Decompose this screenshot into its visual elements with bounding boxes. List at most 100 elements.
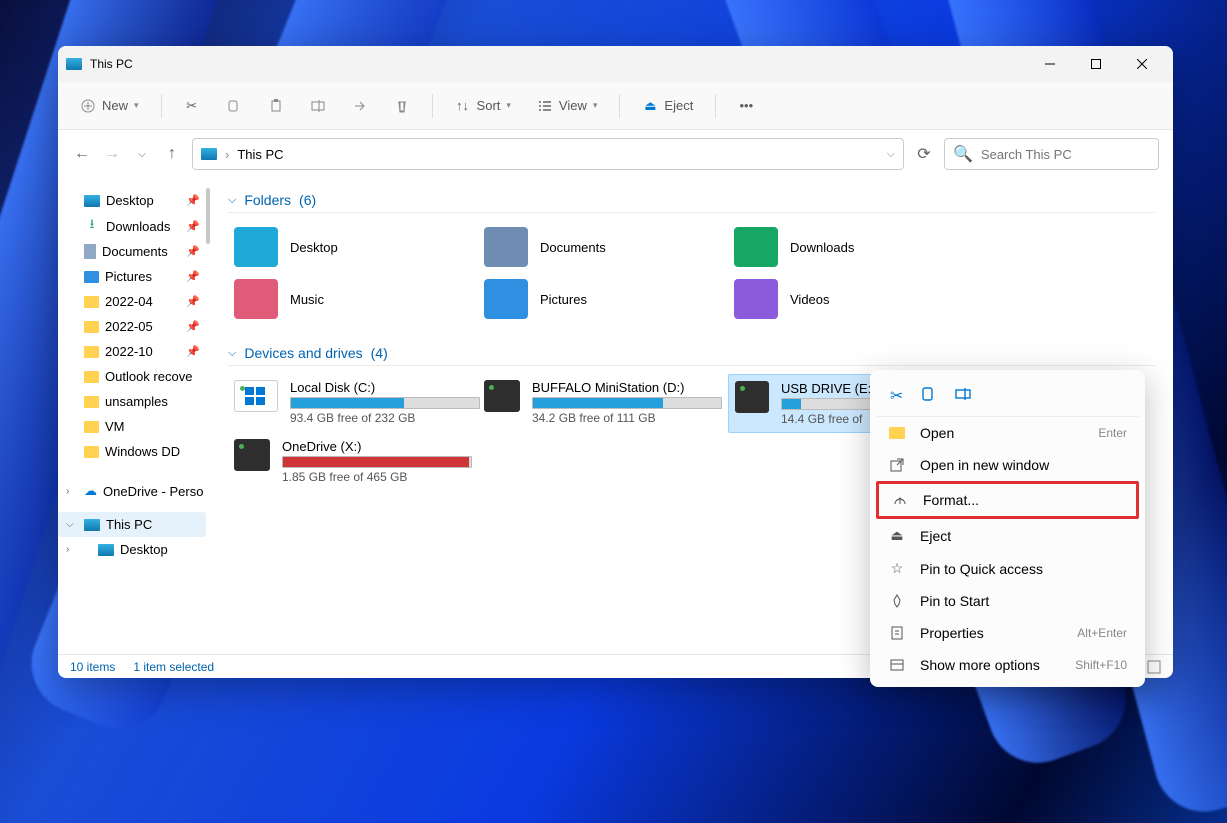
plus-icon: [80, 98, 96, 114]
folder-music[interactable]: Music: [228, 273, 478, 325]
ctx-shortcut: Alt+Enter: [1077, 626, 1127, 640]
sidebar-item-downloads[interactable]: ⭳Downloads📌: [58, 213, 206, 239]
paste-button[interactable]: [258, 92, 294, 120]
folder-videos[interactable]: Videos: [728, 273, 978, 325]
forward-button[interactable]: →: [102, 144, 122, 164]
folders-group-header[interactable]: ⌵ Folders (6): [228, 188, 1155, 213]
sidebar-item-label: unsamples: [105, 394, 168, 409]
sidebar-item-desktop[interactable]: ›Desktop: [58, 537, 206, 562]
this-pc-icon: [201, 148, 217, 160]
sidebar-item-desktop[interactable]: Desktop📌: [58, 188, 206, 213]
new-button[interactable]: New ▾: [70, 92, 149, 120]
pin-icon: [888, 593, 906, 609]
ctx-label: Eject: [920, 528, 951, 544]
sort-icon: ↑↓: [455, 98, 471, 114]
ctx-shortcut: Shift+F10: [1075, 658, 1127, 672]
sidebar-item-label: OneDrive - Perso: [103, 484, 203, 499]
search-box[interactable]: 🔍: [944, 138, 1159, 170]
refresh-button[interactable]: ⟳: [914, 144, 934, 164]
ctx-eject[interactable]: ⏏Eject: [876, 519, 1139, 552]
devices-group-header[interactable]: ⌵ Devices and drives (4): [228, 341, 1155, 366]
folder-icon: [84, 321, 99, 333]
sort-button[interactable]: ↑↓ Sort ▾: [445, 92, 521, 120]
eject-button[interactable]: ⏏ Eject: [632, 92, 703, 120]
sidebar-item-onedrive[interactable]: ›☁OneDrive - Perso: [58, 478, 206, 504]
picture-icon: [84, 271, 99, 283]
back-button[interactable]: ←: [72, 144, 92, 164]
sidebar-item-pictures[interactable]: Pictures📌: [58, 264, 206, 289]
details-view-button[interactable]: [1147, 660, 1161, 674]
recent-button[interactable]: ⌵: [132, 144, 152, 164]
copy-icon[interactable]: [921, 386, 937, 406]
minimize-button[interactable]: [1027, 48, 1073, 80]
drive-onedrive-x-[interactable]: OneDrive (X:)1.85 GB free of 465 GB: [228, 433, 478, 490]
sort-label: Sort: [477, 98, 501, 113]
folder-documents[interactable]: Documents: [478, 221, 728, 273]
sidebar-item-vm[interactable]: VM: [58, 414, 206, 439]
view-button[interactable]: View ▾: [527, 92, 607, 120]
sidebar-item-label: 2022-04: [105, 294, 153, 309]
breadcrumb[interactable]: This PC: [237, 147, 283, 162]
devices-title: Devices and drives: [244, 345, 362, 361]
drive-free: 93.4 GB free of 232 GB: [290, 411, 480, 425]
sidebar-item-outlook-recove[interactable]: Outlook recove: [58, 364, 206, 389]
ctx-open[interactable]: OpenEnter: [876, 417, 1139, 449]
copy-button[interactable]: [216, 92, 252, 120]
close-button[interactable]: [1119, 48, 1165, 80]
rename-button[interactable]: [300, 92, 336, 120]
pin-icon: 📌: [186, 245, 200, 258]
sidebar-item-label: VM: [105, 419, 125, 434]
rename-icon[interactable]: [955, 386, 971, 406]
status-selected: 1 item selected: [133, 660, 214, 674]
share-button[interactable]: [342, 92, 378, 120]
cut-icon[interactable]: ✂: [890, 386, 903, 406]
ctx-show-more-options[interactable]: Show more optionsShift+F10: [876, 649, 1139, 681]
sidebar-item-windows-dd[interactable]: Windows DD: [58, 439, 206, 464]
sidebar-item-this-pc[interactable]: ⌵This PC: [58, 512, 206, 537]
share-icon: [352, 98, 368, 114]
ctx-label: Format...: [923, 492, 979, 508]
sidebar-item-2022-05[interactable]: 2022-05📌: [58, 314, 206, 339]
delete-button[interactable]: [384, 92, 420, 120]
sidebar-item-2022-04[interactable]: 2022-04📌: [58, 289, 206, 314]
eject-label: Eject: [664, 98, 693, 113]
folder-downloads[interactable]: Downloads: [728, 221, 978, 273]
cut-button[interactable]: ✂: [174, 92, 210, 120]
ctx-pin-to-quick-access[interactable]: ☆Pin to Quick access: [876, 552, 1139, 585]
ctx-pin-to-start[interactable]: Pin to Start: [876, 585, 1139, 617]
folder-pictures[interactable]: Pictures: [478, 273, 728, 325]
drive-icon: [234, 439, 270, 471]
drive-buffalo-ministation-d-[interactable]: BUFFALO MiniStation (D:)34.2 GB free of …: [478, 374, 728, 433]
folders-title: Folders: [244, 192, 291, 208]
chevron-down-icon[interactable]: ⌵: [887, 148, 895, 161]
chevron-down-icon: ⌵: [66, 519, 74, 530]
sidebar-item-label: Desktop: [106, 193, 154, 208]
ctx-format-[interactable]: Format...: [876, 481, 1139, 519]
windows-drive-icon: [234, 380, 278, 412]
titlebar: This PC: [58, 46, 1173, 82]
window-title: This PC: [90, 57, 133, 71]
ctx-properties[interactable]: PropertiesAlt+Enter: [876, 617, 1139, 649]
drive-name: BUFFALO MiniStation (D:): [532, 380, 722, 395]
sidebar-item-label: 2022-05: [105, 319, 153, 334]
pin-icon: 📌: [186, 345, 200, 358]
ctx-open-in-new-window[interactable]: Open in new window: [876, 449, 1139, 481]
up-button[interactable]: ↑: [162, 144, 182, 164]
sidebar-item-label: Pictures: [105, 269, 152, 284]
download-icon: ⭳: [84, 218, 100, 234]
search-input[interactable]: [981, 147, 1150, 162]
ctx-label: Open: [920, 425, 954, 441]
maximize-button[interactable]: [1073, 48, 1119, 80]
sidebar-item-unsamples[interactable]: unsamples: [58, 389, 206, 414]
more-button[interactable]: •••: [728, 92, 764, 120]
chevron-down-icon: ▾: [593, 100, 598, 111]
chevron-right-icon: ›: [66, 486, 69, 497]
folder-label: Downloads: [790, 240, 854, 255]
drive-local-disk-c-[interactable]: Local Disk (C:)93.4 GB free of 232 GB: [228, 374, 478, 433]
sidebar-item-2022-10[interactable]: 2022-10📌: [58, 339, 206, 364]
folder-desktop[interactable]: Desktop: [228, 221, 478, 273]
newwin-icon: [888, 457, 906, 473]
chevron-down-icon: ⌵: [228, 347, 236, 360]
sidebar-item-documents[interactable]: Documents📌: [58, 239, 206, 264]
address-bar[interactable]: › This PC ⌵: [192, 138, 904, 170]
